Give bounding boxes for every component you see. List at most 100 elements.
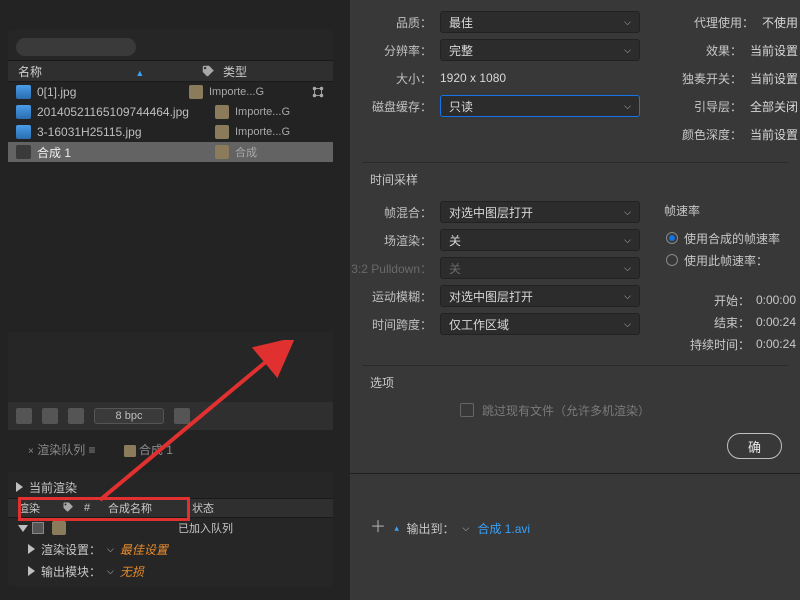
trash-icon[interactable] [174, 408, 190, 424]
project-row[interactable]: 0[1].jpg Importe...G [8, 82, 333, 102]
chevron-down-icon: ⌵ [624, 263, 631, 274]
project-row[interactable]: 合成 1 合成 [8, 142, 333, 162]
file-icon [16, 85, 31, 99]
project-item-name: 合成 1 [37, 144, 209, 161]
label-swatch[interactable] [215, 125, 229, 139]
col-status[interactable]: 状态 [192, 500, 323, 516]
tab-render-queue[interactable]: × 渲染队列 ≡ [8, 437, 110, 462]
chevron-down-icon[interactable]: ▸ [391, 526, 402, 531]
queue-row[interactable]: 已加入队列 [8, 518, 333, 538]
new-folder-icon[interactable] [42, 408, 58, 424]
footer-icon[interactable] [16, 408, 32, 424]
file-icon [16, 105, 31, 119]
project-footer: 8 bpc [8, 402, 333, 430]
output-module-row[interactable]: 输出模块： ⌵ 无损 [8, 560, 333, 582]
project-item-type: 合成 [235, 144, 325, 160]
chevron-down-icon[interactable]: ⌵ [463, 523, 470, 534]
queue-status: 已加入队列 [178, 520, 233, 536]
frame-rate-option-comp[interactable]: 使用合成的帧速率 [660, 227, 800, 249]
col-comp[interactable]: 合成名称 [108, 500, 188, 516]
time-span-label: 时间跨度： [350, 316, 440, 333]
motion-blur-label: 运动模糊： [350, 288, 440, 305]
output-to-label: 输出到： [407, 520, 455, 537]
render-settings-label: 渲染设置： [41, 541, 101, 558]
col-tag[interactable] [62, 501, 80, 516]
project-row[interactable]: 3-16031H25115.jpg Importe...G [8, 122, 333, 142]
project-search-input[interactable] [16, 38, 136, 56]
project-list: 0[1].jpg Importe...G 2014052116510974446… [8, 82, 333, 332]
plus-icon[interactable]: ＋ [370, 521, 386, 537]
effects-label: 效果： [650, 42, 750, 59]
render-checkbox[interactable] [32, 522, 44, 534]
label-swatch[interactable] [189, 85, 203, 99]
bpc-toggle[interactable]: 8 bpc [94, 408, 164, 424]
render-settings-row[interactable]: 渲染设置： ⌵ 最佳设置 [8, 538, 333, 560]
quality-dropdown[interactable]: 最佳⌵ [440, 11, 640, 33]
chevron-down-icon[interactable]: ⌵ [107, 544, 114, 555]
options-title: 选项 [350, 366, 800, 397]
time-sampling-title: 时间采样 [350, 163, 800, 194]
frame-blend-dropdown[interactable]: 对选中图层打开⌵ [440, 201, 640, 223]
chevron-down-icon: ⌵ [624, 45, 631, 56]
pulldown-dropdown: 关⌵ [440, 257, 640, 279]
disclosure-icon[interactable] [28, 566, 35, 576]
project-panel: 名称 ▲ 类型 0[1].jpg Importe...G [8, 30, 333, 430]
project-item-name: 0[1].jpg [37, 85, 183, 99]
radio-checked-icon [666, 232, 678, 244]
time-span-dropdown[interactable]: 仅工作区域⌵ [440, 313, 640, 335]
frame-rate-option-custom[interactable]: 使用此帧速率： [660, 249, 800, 271]
field-render-label: 场渲染： [350, 232, 440, 249]
chevron-down-icon: ⌵ [624, 235, 631, 246]
col-name[interactable]: 名称 ▲ [18, 63, 197, 80]
project-row[interactable]: 20140521165109744464.jpg Importe...G [8, 102, 333, 122]
project-item-name: 3-16031H25115.jpg [37, 125, 209, 139]
motion-blur-dropdown[interactable]: 对选中图层打开⌵ [440, 285, 640, 307]
disclosure-icon [16, 482, 23, 492]
col-render[interactable]: 渲染 [18, 500, 58, 516]
pulldown-label: 3:2 Pulldown： [350, 260, 440, 277]
resolution-dropdown[interactable]: 完整⌵ [440, 39, 640, 61]
project-item-type: Importe...G [235, 106, 325, 118]
output-module-label: 输出模块： [41, 563, 101, 580]
project-columns-header: 名称 ▲ 类型 [8, 60, 333, 82]
end-label: 结束： [660, 314, 756, 331]
duration-value: 0:00:24 [756, 337, 800, 351]
chevron-down-icon: ⌵ [624, 291, 631, 302]
disclosure-icon[interactable] [28, 544, 35, 554]
disk-cache-dropdown[interactable]: 只读⌵ [440, 95, 640, 117]
col-num[interactable]: # [84, 502, 104, 514]
dialog-body: 品质： 最佳⌵ 分辨率： 完整⌵ 大小： 1920 x 1080 磁盘缓存： [350, 0, 800, 490]
sort-arrow-icon: ▲ [135, 68, 144, 78]
guide-label: 引导层： [650, 98, 750, 115]
type-icon [311, 85, 325, 99]
depth-label: 颜色深度： [650, 126, 750, 143]
bottom-tabs: × 渲染队列 ≡ 合成 1 [8, 436, 333, 462]
output-module-link[interactable]: 无损 [120, 563, 144, 580]
output-to-row: ＋ ▸ 输出到： ⌵ 合成 1.avi [370, 520, 530, 537]
queue-columns-header: 渲染 # 合成名称 状态 [8, 498, 333, 518]
chevron-down-icon: ⌵ [624, 101, 631, 112]
close-icon[interactable]: × [28, 446, 34, 457]
ok-button[interactable]: 确 [727, 433, 782, 459]
col-type[interactable]: 类型 [223, 63, 323, 80]
chevron-down-icon[interactable]: ⌵ [107, 566, 114, 577]
file-icon [16, 125, 31, 139]
size-label: 大小： [350, 70, 440, 87]
label-swatch[interactable] [215, 105, 229, 119]
tab-comp1[interactable]: 合成 1 [110, 437, 187, 462]
render-settings-link[interactable]: 最佳设置 [120, 541, 168, 558]
proxy-value: 不使用 [762, 14, 800, 31]
label-swatch[interactable] [52, 521, 66, 535]
radio-unchecked-icon [666, 254, 678, 266]
field-render-dropdown[interactable]: 关⌵ [440, 229, 640, 251]
start-value: 0:00:00 [756, 293, 800, 307]
project-item-name: 20140521165109744464.jpg [37, 105, 209, 119]
col-tag[interactable] [201, 64, 219, 79]
quality-label: 品质： [350, 14, 440, 31]
new-comp-icon[interactable] [68, 408, 84, 424]
disclosure-down-icon[interactable] [18, 525, 28, 532]
label-swatch[interactable] [215, 145, 229, 159]
output-to-link[interactable]: 合成 1.avi [477, 520, 530, 537]
current-render-header[interactable]: 当前渲染 [8, 476, 333, 498]
start-label: 开始： [660, 292, 756, 309]
